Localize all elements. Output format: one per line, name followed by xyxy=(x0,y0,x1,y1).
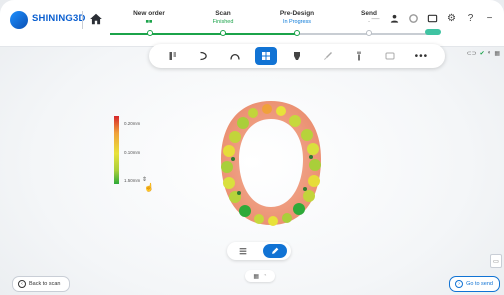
more-tools-button[interactable]: ••• xyxy=(410,47,432,65)
arch-icon xyxy=(230,54,240,60)
view-toggle xyxy=(227,242,291,260)
gum-tissue xyxy=(221,101,321,225)
colorbar-label-mid: 0.10mm xyxy=(124,150,141,155)
user-icon[interactable] xyxy=(388,12,401,25)
step-node xyxy=(220,30,226,36)
header-icons: — ⚙ ? − xyxy=(369,12,496,25)
app-window: SHINING3D New order ■■ Scan Finished Pre… xyxy=(0,0,504,295)
go-to-send-button[interactable]: › Go to send xyxy=(449,276,500,292)
link-icon[interactable]: ⊂⊃ xyxy=(467,50,477,57)
grid-layout-icon xyxy=(261,52,270,60)
back-label: Back to scan xyxy=(29,281,61,287)
brand-name: SHINING3D xyxy=(32,13,86,24)
step-new-order[interactable]: New order ■■ xyxy=(114,10,184,25)
brush-icon xyxy=(324,52,333,60)
brush-tool[interactable] xyxy=(317,47,339,65)
implant-tool[interactable] xyxy=(348,47,370,65)
gear-icon[interactable]: ⚙ xyxy=(445,12,458,25)
step-node xyxy=(147,30,153,36)
check-icon: ✔ xyxy=(479,51,485,57)
tooth-tool[interactable] xyxy=(286,47,308,65)
dash-icon[interactable]: − xyxy=(483,12,496,25)
step-name: Scan xyxy=(215,10,231,17)
mouse-cursor-icon: ☝ xyxy=(144,183,154,192)
colorbar-label-top: 0.20mm xyxy=(124,121,141,126)
chevron-left-icon: ‹ xyxy=(18,280,26,288)
next-label: Go to send xyxy=(466,281,493,287)
step-status: In Progress xyxy=(282,19,312,25)
margin-line-tool[interactable] xyxy=(162,47,184,65)
more-icon: ••• xyxy=(414,50,429,62)
help-icon[interactable]: ? xyxy=(464,12,477,25)
list-view-button[interactable] xyxy=(231,244,255,258)
visibility-icon[interactable]: ◐ xyxy=(488,50,492,57)
step-status: ■■ xyxy=(145,19,153,25)
step-name: New order xyxy=(133,10,165,17)
side-panel-button[interactable]: ▭ xyxy=(490,254,502,268)
scan-body-icon xyxy=(385,52,395,60)
margin-line-icon xyxy=(169,52,176,60)
settings-wheel-icon[interactable] xyxy=(407,12,420,25)
design-toolbar: ••• xyxy=(149,44,445,68)
home-icon[interactable] xyxy=(89,12,103,26)
step-pre-design[interactable]: Pre-Design In Progress xyxy=(262,10,332,25)
arch-tool[interactable] xyxy=(224,47,246,65)
edit-view-button[interactable] xyxy=(263,244,287,258)
list-view-icon xyxy=(239,248,247,255)
step-node xyxy=(366,30,372,36)
curve-tool[interactable] xyxy=(193,47,215,65)
grid-view-icon[interactable]: ▦ xyxy=(253,273,259,280)
minimize-icon[interactable]: — xyxy=(369,12,382,25)
status-pill xyxy=(425,29,441,35)
dental-arch-model[interactable] xyxy=(215,97,327,229)
scan-body-tool[interactable] xyxy=(379,47,401,65)
step-node xyxy=(294,30,300,36)
step-scan[interactable]: Scan Finished xyxy=(188,10,258,25)
grid-icon[interactable]: ▦ xyxy=(494,50,500,57)
grid-layout-tool[interactable] xyxy=(254,47,277,65)
panel-icon: ▭ xyxy=(493,258,499,265)
step-status: Finished xyxy=(212,19,234,25)
display-mode-control: ▦ ◔ xyxy=(245,270,275,282)
shining3d-logo-icon xyxy=(10,11,28,29)
gallery-icon[interactable] xyxy=(426,12,439,25)
step-name: Pre-Design xyxy=(279,10,315,17)
back-to-scan-button[interactable]: ‹ Back to scan xyxy=(12,276,70,292)
implant-icon xyxy=(357,51,362,61)
clock-icon[interactable]: ◔ xyxy=(263,273,267,279)
chevron-right-icon: › xyxy=(455,280,464,288)
header-bar: SHINING3D New order ■■ Scan Finished Pre… xyxy=(0,0,504,47)
header-divider xyxy=(82,11,83,29)
tooth-icon xyxy=(293,52,300,60)
edit-view-icon xyxy=(272,247,279,254)
progress-track-done xyxy=(110,33,296,35)
mini-status-icons: ⊂⊃ ✔ ◐ ▦ xyxy=(467,50,500,57)
curve-icon xyxy=(200,51,207,61)
deviation-colorbar xyxy=(114,116,119,184)
colorbar-label-bottom: 1.50mm xyxy=(124,178,141,183)
spin-arrows-icon[interactable]: ⇕ xyxy=(142,176,147,183)
